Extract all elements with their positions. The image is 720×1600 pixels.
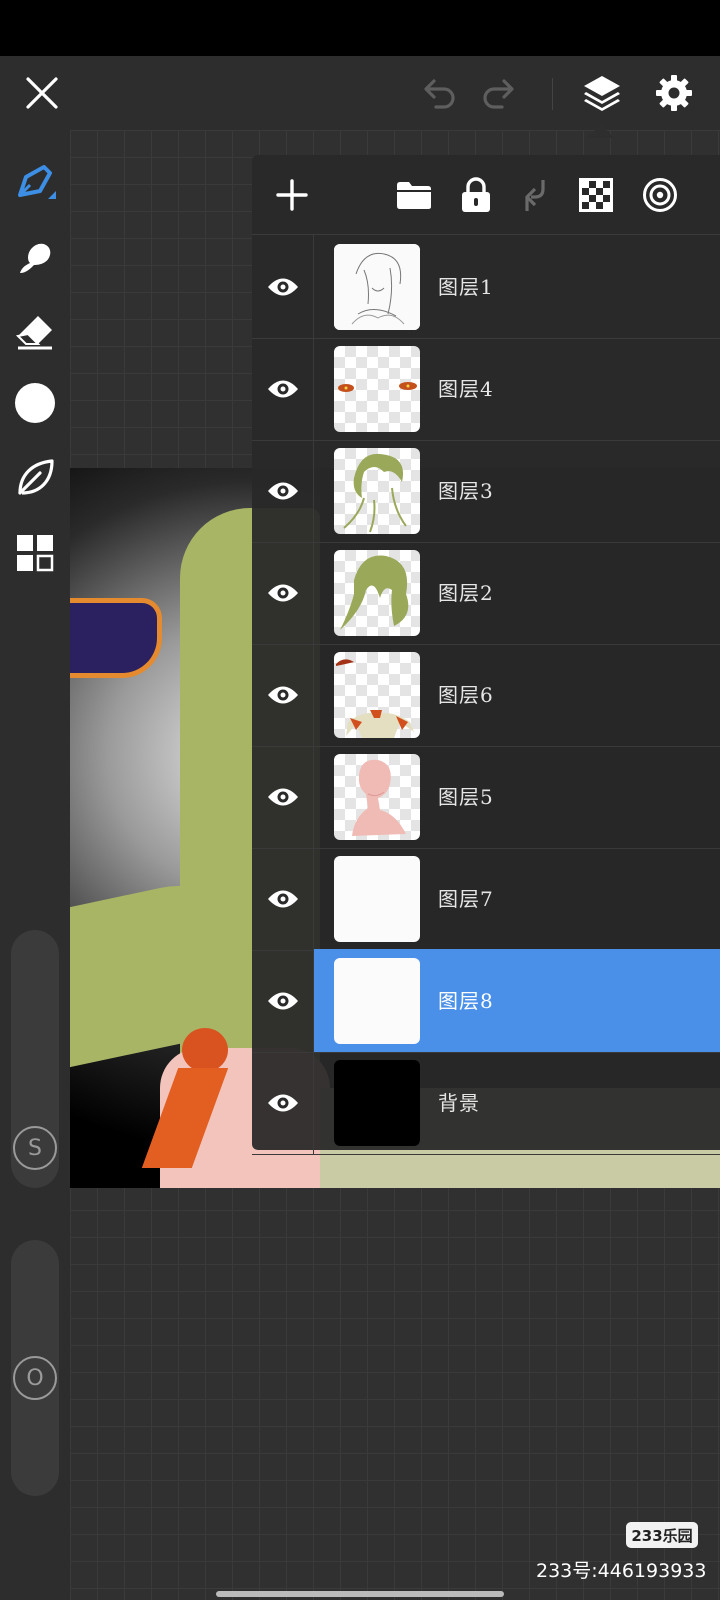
eye-icon <box>267 584 298 602</box>
layer-visibility-toggle[interactable] <box>252 643 314 747</box>
adjustments-tool[interactable] <box>10 453 60 503</box>
layer-visibility-toggle[interactable] <box>252 541 314 645</box>
layer-visibility-toggle[interactable] <box>252 1051 314 1155</box>
layer-thumbnail[interactable] <box>334 448 420 534</box>
layer-row[interactable]: 图层3 <box>252 439 720 543</box>
circle-target-icon <box>643 178 677 212</box>
layers-button[interactable] <box>572 56 632 130</box>
home-indicator[interactable] <box>216 1591 504 1597</box>
top-bar <box>0 56 720 130</box>
eye-icon <box>267 686 298 704</box>
layer-thumbnail[interactable] <box>334 856 420 942</box>
selection-tool[interactable] <box>10 528 60 578</box>
status-bar <box>0 0 720 56</box>
brush-size-slider[interactable]: S <box>11 930 59 1188</box>
watermark-logo: 233乐园 <box>626 1522 698 1548</box>
artwork-ribbon <box>182 1028 228 1072</box>
brush-tool[interactable] <box>10 157 60 207</box>
layer-thumbnail[interactable] <box>334 244 420 330</box>
settings-icon <box>656 75 692 111</box>
alpha-lock-button[interactable] <box>570 169 622 221</box>
grid-icon <box>17 535 54 572</box>
transparency-icon <box>579 178 613 212</box>
layer-name: 图层8 <box>438 989 494 1013</box>
tool-sidebar: S O <box>0 130 70 1600</box>
undo-button[interactable] <box>408 56 468 130</box>
smudge-tool[interactable] <box>10 233 60 283</box>
brush-size-knob[interactable]: S <box>13 1126 57 1170</box>
layer-name: 图层2 <box>438 581 494 605</box>
folder-icon <box>397 182 431 209</box>
undo-icon <box>424 79 455 109</box>
layer-name: 图层4 <box>438 377 494 401</box>
layer-row[interactable]: 图层5 <box>252 745 720 849</box>
redo-button[interactable] <box>470 56 530 130</box>
brush-opacity-slider[interactable]: O <box>11 1240 59 1496</box>
toolbar-divider <box>552 78 553 110</box>
layer-name: 图层7 <box>438 887 494 911</box>
layer-row[interactable]: 图层2 <box>252 541 720 645</box>
layer-row[interactable]: 图层8 <box>252 949 720 1053</box>
layer-visibility-toggle[interactable] <box>252 949 314 1053</box>
layer-visibility-toggle[interactable] <box>252 847 314 951</box>
layer-name: 图层3 <box>438 479 494 503</box>
eraser-icon <box>15 316 52 350</box>
close-icon <box>26 77 58 109</box>
layers-popover-caret <box>588 124 614 138</box>
layer-row[interactable]: 图层4 <box>252 337 720 441</box>
eraser-tool[interactable] <box>10 306 60 356</box>
layer-name: 图层1 <box>438 275 494 299</box>
smudge-icon <box>20 243 51 273</box>
new-group-button[interactable] <box>388 169 440 221</box>
layers-panel: 图层1 图层4 图层3 图层2 图层6 图层5 图层7 图层8 背景 <box>252 155 720 1155</box>
layer-name: 图层5 <box>438 785 494 809</box>
eye-icon <box>267 890 298 908</box>
layer-visibility-toggle[interactable] <box>252 235 314 339</box>
lock-layer-button[interactable] <box>450 169 502 221</box>
add-layer-button[interactable] <box>266 169 318 221</box>
lock-icon <box>462 177 490 212</box>
layer-visibility-toggle[interactable] <box>252 337 314 441</box>
brush-opacity-knob[interactable]: O <box>13 1356 57 1400</box>
leaf-icon <box>18 459 54 495</box>
color-picker-button[interactable] <box>10 378 60 428</box>
eye-icon <box>267 380 298 398</box>
eye-icon <box>267 482 298 500</box>
add-icon <box>276 179 308 211</box>
merge-down-icon <box>525 180 545 211</box>
layer-visibility-toggle[interactable] <box>252 439 314 543</box>
settings-button[interactable] <box>644 56 704 130</box>
layer-thumbnail[interactable] <box>334 1060 420 1146</box>
artwork-hat <box>70 598 162 678</box>
layer-name: 图层6 <box>438 683 494 707</box>
redo-icon <box>483 79 514 109</box>
layer-visibility-toggle[interactable] <box>252 745 314 849</box>
layer-options-button[interactable] <box>634 169 686 221</box>
layer-thumbnail[interactable] <box>334 550 420 636</box>
color-circle-icon <box>15 383 55 423</box>
eye-icon <box>267 278 298 296</box>
layer-thumbnail[interactable] <box>334 958 420 1044</box>
layer-row[interactable]: 背景 <box>252 1051 720 1155</box>
layer-row[interactable]: 图层7 <box>252 847 720 951</box>
layer-row[interactable]: 图层1 <box>252 235 720 339</box>
merge-down-button[interactable] <box>510 169 562 221</box>
layer-name: 背景 <box>438 1091 480 1115</box>
layer-row[interactable]: 图层6 <box>252 643 720 747</box>
eye-icon <box>267 788 298 806</box>
eye-icon <box>267 1094 298 1112</box>
brush-icon <box>18 165 56 199</box>
layers-panel-toolbar <box>252 155 720 235</box>
layer-thumbnail[interactable] <box>334 652 420 738</box>
eye-icon <box>267 992 298 1010</box>
watermark-text: 233号:446193933 <box>536 1560 707 1582</box>
layer-thumbnail[interactable] <box>334 754 420 840</box>
close-button[interactable] <box>12 56 72 130</box>
layer-thumbnail[interactable] <box>334 346 420 432</box>
layers-icon <box>584 76 620 111</box>
